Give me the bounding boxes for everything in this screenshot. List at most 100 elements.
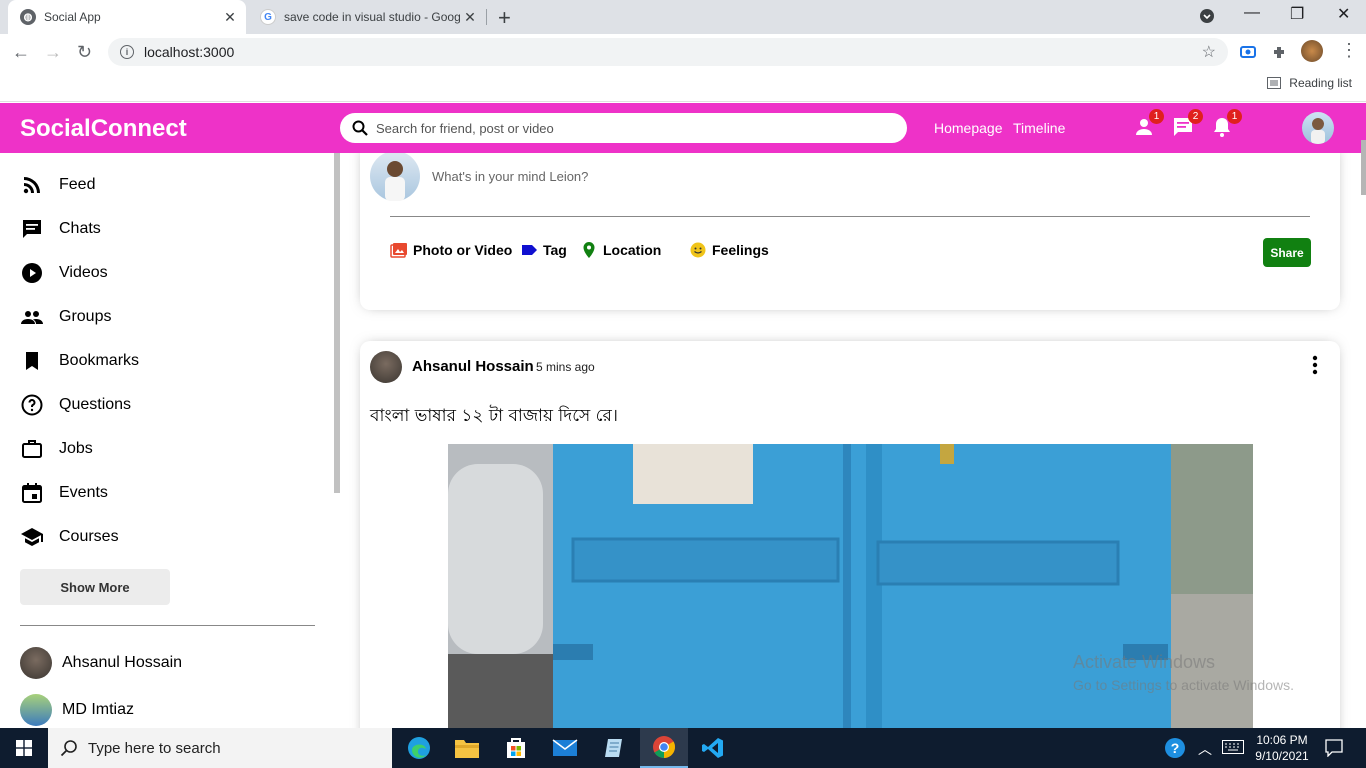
chrome-icon <box>653 736 675 758</box>
sidebar-item-feed[interactable]: Feed <box>20 171 95 199</box>
search-icon <box>60 740 77 757</box>
svg-text:?: ? <box>1171 740 1180 756</box>
chrome-app[interactable] <box>640 728 688 768</box>
user-avatar[interactable] <box>1302 112 1334 144</box>
feelings-option[interactable]: Feelings <box>689 241 769 259</box>
sidebar-item-events[interactable]: Events <box>20 479 108 507</box>
back-icon[interactable]: ← <box>12 42 30 63</box>
notifications-badge: 1 <box>1227 109 1242 124</box>
post-author-avatar[interactable] <box>370 351 402 383</box>
screen-capture-icon[interactable] <box>1239 43 1257 61</box>
mail-app[interactable] <box>541 728 589 768</box>
sidebar-item-courses[interactable]: Courses <box>20 523 119 551</box>
messages-badge: 2 <box>1188 109 1203 124</box>
restore-button[interactable]: ❐ <box>1290 4 1304 24</box>
chat-icon <box>23 220 41 238</box>
school-icon <box>21 528 43 546</box>
app-logo[interactable]: SocialConnect <box>20 115 187 143</box>
close-window-button[interactable]: ✕ <box>1337 4 1350 24</box>
friend-item[interactable]: MD Imtiaz <box>20 694 134 726</box>
messages-button[interactable]: 2 <box>1171 109 1203 139</box>
sidebar-divider <box>20 625 315 626</box>
search-bar[interactable] <box>340 113 907 143</box>
edge-app[interactable] <box>395 728 443 768</box>
photo-library-icon <box>390 243 407 258</box>
more-vert-icon[interactable] <box>1312 355 1318 375</box>
emoji-icon <box>690 242 706 258</box>
vscode-icon <box>702 738 723 758</box>
activate-windows-watermark: Activate Windows Go to Settings to activ… <box>1073 652 1294 693</box>
share-button[interactable]: Share <box>1263 238 1311 267</box>
reading-list-button[interactable]: Reading list <box>1267 76 1352 90</box>
friend-avatar <box>20 647 52 679</box>
friend-avatar <box>20 694 52 726</box>
windows-taskbar: Type here to search ? ︿ 10:06 PM 9/10/20… <box>0 728 1366 768</box>
option-label: Feelings <box>712 242 769 258</box>
help-icon[interactable]: ? <box>1164 737 1186 762</box>
sidebar-item-bookmarks[interactable]: Bookmarks <box>20 347 139 375</box>
share-input[interactable] <box>432 169 932 184</box>
app-topbar: SocialConnect Homepage Timeline 1 2 1 <box>0 103 1366 153</box>
sidebar-item-label: Bookmarks <box>59 352 140 369</box>
address-bar[interactable]: i localhost:3000 ☆ <box>108 38 1228 66</box>
user-photo <box>1311 118 1325 144</box>
bookmark-star-icon[interactable]: ☆ <box>1202 42 1216 62</box>
minimize-button[interactable]: — <box>1244 4 1260 22</box>
tag-option[interactable]: Tag <box>520 241 567 259</box>
notifications-button[interactable]: 1 <box>1210 109 1242 139</box>
show-more-button[interactable]: Show More <box>20 569 170 605</box>
edge-icon <box>408 737 430 759</box>
label-icon <box>522 245 537 255</box>
taskbar-clock[interactable]: 10:06 PM 9/10/2021 <box>1250 732 1314 764</box>
bookmark-icon <box>26 352 38 370</box>
photo-video-option[interactable]: Photo or Video <box>390 241 512 259</box>
location-option[interactable]: Location <box>580 241 661 259</box>
timeline-link[interactable]: Timeline <box>1013 120 1065 136</box>
vscode-app[interactable] <box>689 728 737 768</box>
reading-list-label: Reading list <box>1289 76 1352 90</box>
friend-requests-button[interactable]: 1 <box>1132 109 1164 139</box>
search-input[interactable] <box>376 120 876 136</box>
sidebar-item-questions[interactable]: Questions <box>20 391 131 419</box>
notification-center-icon[interactable] <box>1325 739 1343 760</box>
tab-title: save code in visual studio - Goog <box>284 10 460 24</box>
store-app[interactable] <box>492 728 540 768</box>
tab-google-search[interactable]: G save code in visual studio - Goog ✕ <box>250 0 486 34</box>
reload-icon[interactable]: ↻ <box>77 42 92 63</box>
chevron-up-icon[interactable]: ︿ <box>1198 739 1212 759</box>
bookmarks-bar: Reading list <box>0 70 1366 102</box>
new-tab-button[interactable]: + <box>498 5 511 31</box>
play-circle-icon <box>22 263 42 283</box>
close-tab-icon[interactable]: ✕ <box>460 9 480 26</box>
sidebar-item-label: Feed <box>59 176 96 193</box>
notes-app[interactable] <box>590 728 638 768</box>
tab-separator <box>486 9 487 25</box>
tab-search-icon[interactable] <box>1199 8 1215 29</box>
windows-start-icon[interactable] <box>16 740 32 756</box>
sidebar-item-videos[interactable]: Videos <box>20 259 108 287</box>
file-explorer-app[interactable] <box>443 728 491 768</box>
sidebar-item-groups[interactable]: Groups <box>20 303 111 331</box>
sidebar-item-jobs[interactable]: Jobs <box>20 435 93 463</box>
friend-item[interactable]: Ahsanul Hossain <box>20 647 182 679</box>
tab-social-app[interactable]: ◍ Social App ✕ <box>8 0 246 34</box>
keyboard-icon[interactable] <box>1222 740 1244 757</box>
taskbar-search-placeholder: Type here to search <box>88 739 221 757</box>
taskbar-search[interactable]: Type here to search <box>48 728 392 768</box>
forward-icon[interactable]: → <box>44 42 62 63</box>
extensions-icon[interactable] <box>1271 43 1289 61</box>
user-photo <box>385 161 405 201</box>
browser-tab-strip: ◍ Social App ✕ G save code in visual stu… <box>0 0 1366 34</box>
homepage-link[interactable]: Homepage <box>934 120 1003 136</box>
sidebar-item-label: Questions <box>59 396 132 413</box>
profile-avatar[interactable] <box>1301 40 1323 62</box>
sidebar-item-chats[interactable]: Chats <box>20 215 101 243</box>
post-author-name[interactable]: Ahsanul Hossain <box>412 358 534 375</box>
group-icon <box>21 311 43 324</box>
page-scrollbar[interactable] <box>1361 140 1366 195</box>
more-vert-icon[interactable]: ⋮ <box>1340 40 1358 61</box>
site-info-icon[interactable]: i <box>120 45 134 59</box>
location-pin-icon <box>583 242 595 258</box>
sidebar-item-label: Videos <box>59 264 108 281</box>
close-tab-icon[interactable]: ✕ <box>220 9 240 26</box>
